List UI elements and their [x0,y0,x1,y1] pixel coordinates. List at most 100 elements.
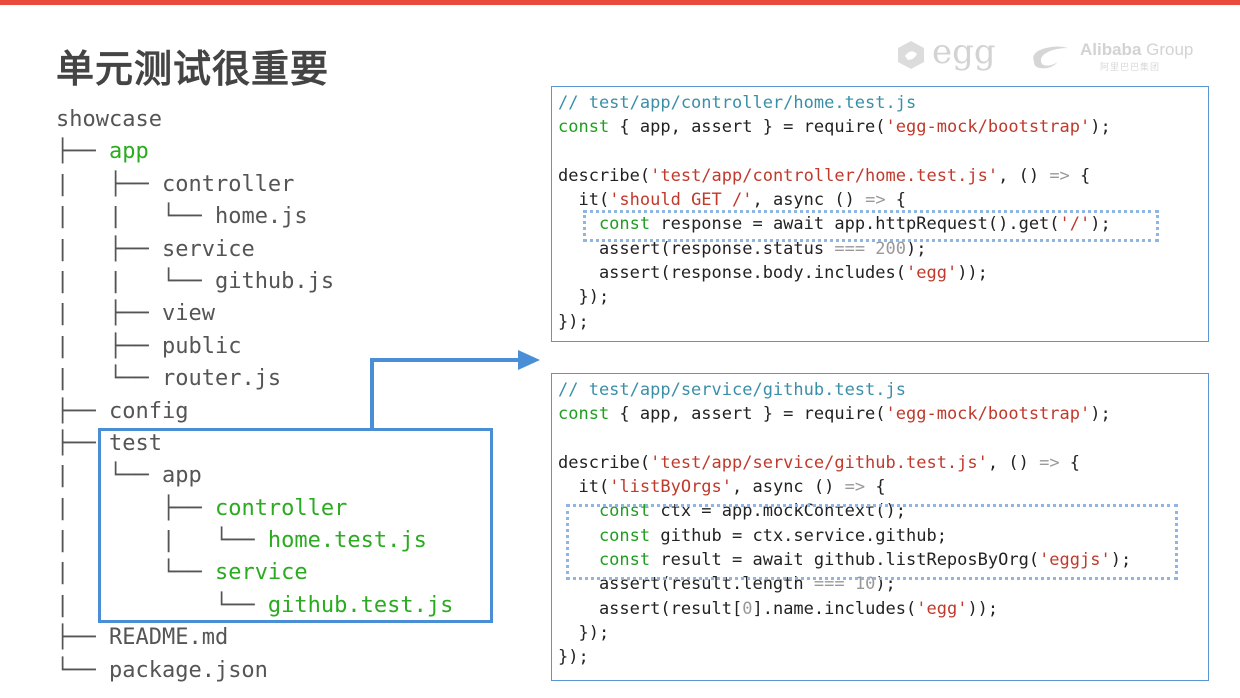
tree-branch: ├── [56,398,109,424]
tree-branch: └── [56,657,109,683]
tree-branch: | | └── [56,268,215,294]
alibaba-logo-text: Alibaba Group [1080,40,1193,60]
tree-branch: | ├── [56,333,162,359]
code-line: }); [558,310,1208,334]
slide-title: 单元测试很重要 [56,47,330,91]
code-token: { app, assert } = require( [609,117,886,138]
tree-item-name: README.md [108,625,229,651]
code-line: }); [558,621,1208,645]
tree-item-name: controller [161,171,295,197]
tree-branch: ├── [56,139,109,165]
tree-branch: | └── [56,366,162,392]
tree-item: | └── router.js [56,363,453,395]
code-token: 'test/app/controller/home.test.js' [650,165,999,186]
code-token: , () [987,452,1040,473]
code-token: { app, assert } = require( [609,404,886,425]
tree-item: | ├── controller [56,169,453,201]
code-token: ); [1090,117,1111,138]
tree-branch: ├── [56,625,109,651]
code-line: assert(result[0].name.includes('egg')); [558,597,1208,621]
code-line: }); [558,285,1208,309]
service-mock-highlight [566,504,1178,580]
code-token: assert(response.body.includes( [558,263,906,284]
tree-item: | ├── service [56,234,453,266]
code-token: const [558,404,610,425]
code-token: 'egg-mock/bootstrap' [885,117,1091,138]
code-line [558,140,1208,164]
tree-item: ├── README.md [56,622,453,654]
code-token: it( [558,190,610,211]
tree-item: ├── app [56,136,453,168]
code-token: 'egg' [916,598,968,619]
code-line: // test/app/service/github.test.js [558,378,1208,402]
code-token: assert(result[ [558,598,743,619]
egg-logo-icon [898,41,924,69]
code-line: }); [558,645,1208,669]
tree-item: | | └── github.js [56,266,453,298]
tree-item-name: home.js [214,204,308,230]
tree-item-name: showcase [56,107,162,132]
code-token: 'listByOrgs' [609,477,733,498]
tree-item: ├── config [56,396,453,428]
code-token: }); [558,647,589,668]
tree-item-name: package.json [108,657,268,683]
tree-item: | ├── view [56,298,453,330]
alibaba-logo-icon [1033,46,1068,69]
code-token: }); [558,311,589,332]
code-line: describe('test/app/service/github.test.j… [558,451,1208,475]
tree-branch: | ├── [56,301,162,327]
code-line: const { app, assert } = require('egg-moc… [558,402,1208,426]
logo-area: egg Alibaba Group 阿里巴巴集团 [890,32,1210,76]
code-token: // test/app/service/github.test.js [558,380,906,400]
test-folder-highlight [98,428,493,623]
code-token: describe( [558,452,651,473]
code-token: ); [1090,404,1111,425]
tree-item-name: public [161,333,242,359]
code-token: , () [998,165,1050,186]
code-line: const { app, assert } = require('egg-moc… [558,115,1208,139]
tree-item-name: router.js [161,366,282,392]
code-token: 'egg' [906,263,958,284]
code-token: 0 [742,598,753,619]
tree-item-name: config [108,398,189,424]
tree-item: showcase [56,104,453,136]
code-line [558,427,1208,451]
alibaba-group: Group [1146,40,1194,59]
code-token: }); [558,622,610,643]
tree-item-name: github.js [214,268,335,294]
code-token: const [558,117,610,138]
code-token: }); [558,287,610,308]
code-line: it('should GET /', async () => { [558,188,1208,212]
code-token: )); [967,598,999,619]
alibaba-brand: Alibaba [1080,40,1142,59]
tree-branch: | | └── [56,204,215,230]
egg-logo-text: egg [932,32,996,72]
top-accent-bar [0,0,1240,5]
code-token: describe( [558,165,651,186]
code-line: // test/app/controller/home.test.js [558,91,1208,115]
code-token: it( [558,477,610,498]
tree-item-name: service [161,236,255,262]
code-token: // test/app/controller/home.test.js [558,93,917,113]
tree-item-name: app [108,139,149,165]
code-token: => [1039,452,1060,473]
code-token: { [1069,165,1091,186]
code-token: => [844,477,866,498]
code-token: 'test/app/service/github.test.js' [650,452,988,473]
code-token: 'should GET /' [609,190,753,211]
code-token: { [1059,452,1081,473]
tree-item: | ├── public [56,331,453,363]
code-token: { [865,477,886,498]
alibaba-sub-text: 阿里巴巴集团 [1100,63,1161,73]
code-token: { [885,190,907,211]
code-token: , async () [752,190,866,211]
code-token: 'egg-mock/bootstrap' [885,404,1091,425]
tree-branch: | ├── [56,236,162,262]
code-token: , async () [732,477,845,498]
code-line: describe('test/app/controller/home.test.… [558,164,1208,188]
tree-branch: | ├── [56,171,162,197]
code-token: => [865,190,886,211]
tree-item-name: view [161,301,215,327]
